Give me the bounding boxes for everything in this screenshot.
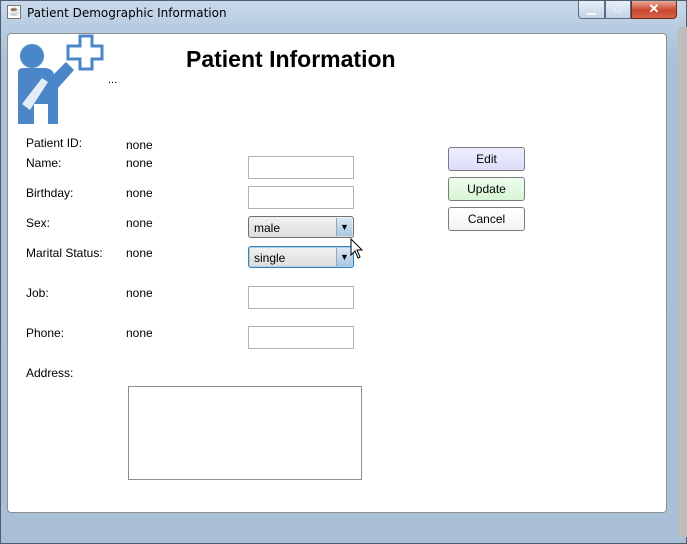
sex-label: Sex: bbox=[26, 216, 51, 230]
patient-id-label: Patient ID: bbox=[26, 136, 83, 150]
name-label: Name: bbox=[26, 156, 62, 170]
phone-input[interactable] bbox=[248, 326, 354, 349]
window-title: Patient Demographic Information bbox=[27, 6, 227, 20]
job-label: Job: bbox=[26, 286, 49, 300]
phone-label: Phone: bbox=[26, 326, 65, 340]
sex-selected: male bbox=[254, 221, 281, 235]
content-panel: ... Patient Information Patient ID: none… bbox=[7, 33, 667, 513]
sex-value: none bbox=[126, 216, 153, 230]
title-bar[interactable]: ☕ Patient Demographic Information ▁ □ ✕ bbox=[1, 1, 686, 25]
marital-status-label: Marital Status: bbox=[26, 246, 103, 260]
close-button[interactable]: ✕ bbox=[631, 1, 677, 19]
maximize-button[interactable]: □ bbox=[605, 1, 631, 19]
close-icon: ✕ bbox=[648, 1, 660, 16]
job-value: none bbox=[126, 286, 153, 300]
patient-medical-cross-icon bbox=[18, 34, 104, 124]
address-textarea[interactable] bbox=[128, 386, 362, 480]
window-edge-scrollbar bbox=[678, 27, 687, 537]
marital-status-value: none bbox=[126, 246, 153, 260]
job-input[interactable] bbox=[248, 286, 354, 309]
edit-button[interactable]: Edit bbox=[448, 147, 525, 171]
address-label: Address: bbox=[26, 366, 74, 380]
update-button[interactable]: Update bbox=[448, 177, 525, 201]
marital-status-select[interactable]: single ▼ bbox=[248, 246, 354, 268]
marital-status-selected: single bbox=[254, 251, 286, 265]
sex-select[interactable]: male ▼ bbox=[248, 216, 354, 238]
birthday-label: Birthday: bbox=[26, 186, 74, 200]
birthday-input[interactable] bbox=[248, 186, 354, 209]
phone-value: none bbox=[126, 326, 153, 340]
app-window: ☕ Patient Demographic Information ▁ □ ✕ … bbox=[0, 0, 687, 544]
dropdown-arrow-icon[interactable]: ▼ bbox=[336, 218, 352, 236]
name-input[interactable] bbox=[248, 156, 354, 179]
cancel-button[interactable]: Cancel bbox=[448, 207, 525, 231]
name-value: none bbox=[126, 156, 153, 170]
logo-ellipsis: ... bbox=[108, 74, 118, 86]
page-title: Patient Information bbox=[186, 46, 396, 72]
birthday-value: none bbox=[126, 186, 153, 200]
maximize-icon: □ bbox=[614, 3, 622, 15]
patient-id-value: none bbox=[126, 138, 153, 152]
java-icon: ☕ bbox=[7, 5, 21, 19]
minimize-button[interactable]: ▁ bbox=[578, 1, 605, 19]
mouse-cursor-icon bbox=[350, 238, 364, 259]
minimize-icon: ▁ bbox=[587, 3, 596, 15]
